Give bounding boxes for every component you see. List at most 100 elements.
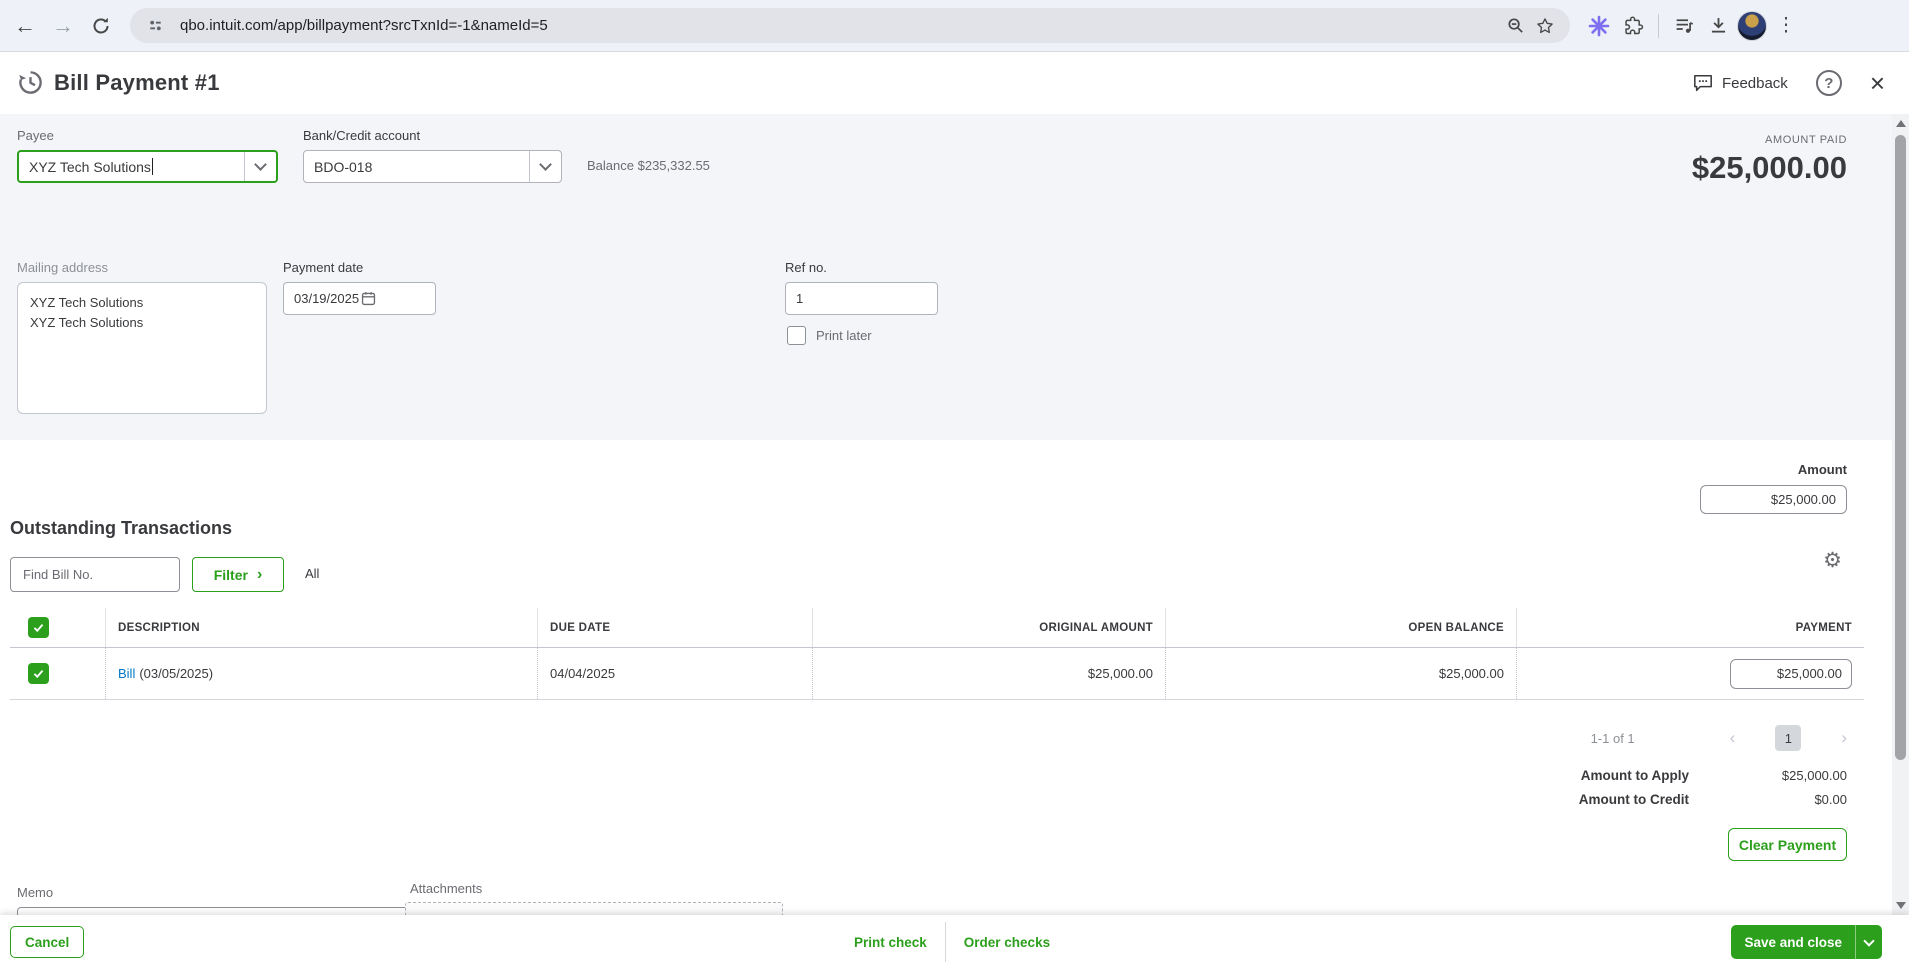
cell-open-balance: $25,000.00 [1165,648,1516,699]
page-scrollbar[interactable] [1892,114,1909,915]
print-later-checkbox[interactable] [787,326,806,345]
help-icon[interactable]: ? [1815,70,1842,96]
bank-account-value: BDO-018 [314,158,373,175]
downloads-icon[interactable] [1703,11,1733,41]
history-clock-icon[interactable] [17,69,44,96]
chevron-down-icon [254,158,267,171]
amount-paid-label: AMOUNT PAID [1765,134,1847,146]
zoom-out-icon[interactable] [1500,11,1530,41]
bill-date: (03/05/2025) [139,666,214,681]
bank-account-combobox[interactable]: BDO-018 [303,150,562,183]
bill-payment-page: ← → qbo.intuit.com/app/billpayment?srcTx… [0,0,1909,969]
payment-amount-field[interactable] [1730,658,1852,689]
extensions-puzzle-icon[interactable] [1618,11,1648,41]
balance-label: Balance [587,158,634,173]
chevron-right-icon: › [256,565,263,583]
page-header: Bill Payment #1 Feedback ? × [0,52,1909,114]
pagination: 1-1 of 1 ‹ 1 › [1591,725,1847,751]
scroll-down-icon[interactable] [1895,902,1906,909]
gear-icon[interactable]: ⚙ [1823,548,1842,573]
page-title: Bill Payment #1 [54,69,220,95]
scrollbar-thumb[interactable] [1895,135,1906,760]
bank-account-label: Bank/Credit account [303,128,421,143]
outstanding-transactions-title: Outstanding Transactions [10,518,233,538]
footer-bar: Cancel Print check Order checks Save and… [0,915,1909,969]
payment-date-label: Payment date [283,260,364,275]
payment-form: Payee XYZ Tech Solutions Bank/Credit acc… [0,114,1892,440]
close-icon[interactable]: × [1870,70,1885,96]
find-bill-input[interactable] [10,557,180,592]
amount-paid-summary: AMOUNT PAID $25,000.00 [1692,134,1847,186]
mailing-address-label: Mailing address [17,260,109,275]
save-and-close-button[interactable]: Save and close [1731,925,1855,959]
browser-toolbar: ← → qbo.intuit.com/app/billpayment?srcTx… [0,0,1909,52]
scroll-up-icon[interactable] [1895,120,1906,127]
chevron-down-icon [1863,934,1875,947]
pagination-range: 1-1 of 1 [1590,730,1635,746]
bank-dropdown-button[interactable] [529,151,561,182]
profile-avatar[interactable] [1737,10,1767,41]
back-icon[interactable]: ← [6,7,44,45]
amount-to-credit-value: $0.00 [1814,792,1847,807]
bill-link[interactable]: Bill [118,666,135,681]
mailing-address-field[interactable]: XYZ Tech Solutions XYZ Tech Solutions [17,282,267,414]
page-next-icon[interactable]: › [1841,728,1847,748]
reload-icon[interactable] [82,7,120,45]
url-text[interactable]: qbo.intuit.com/app/billpayment?srcTxnId=… [180,17,1500,34]
save-options-dropdown[interactable] [1855,925,1882,959]
header-description: DESCRIPTION [105,608,537,647]
table-row: Bill (03/05/2025) 04/04/2025 $25,000.00 … [10,648,1864,700]
amount-paid-value: $25,000.00 [1691,150,1847,185]
header-open-balance: OPEN BALANCE [1165,608,1516,647]
totals: Amount to Apply $25,000.00 Amount to Cre… [1287,768,1847,816]
chrome-menu-icon[interactable]: ⋮ [1771,14,1801,37]
order-checks-button[interactable]: Order checks [946,935,1068,950]
payee-dropdown-button[interactable] [244,152,276,181]
payee-value: XYZ Tech Solutions [29,158,151,175]
payment-date-field[interactable]: 03/19/2025 [283,282,436,315]
feedback-button[interactable]: Feedback [1692,73,1788,93]
payee-combobox[interactable]: XYZ Tech Solutions [17,150,278,183]
filter-button[interactable]: Filter › [192,557,284,592]
forward-icon[interactable]: → [44,7,82,45]
feedback-bubble-icon [1692,73,1714,93]
cancel-button[interactable]: Cancel [10,926,85,958]
bank-balance: Balance $235,332.55 [587,158,710,173]
page-prev-icon[interactable]: ‹ [1730,728,1736,748]
bookmark-star-icon[interactable] [1530,11,1560,41]
calendar-icon[interactable] [360,290,426,307]
playlist-icon[interactable] [1669,11,1699,41]
toolbar-separator [1658,13,1659,38]
filter-all-label: All [305,566,320,581]
clear-payment-button[interactable]: Clear Payment [1728,828,1847,861]
text-caret [151,158,153,175]
attachments-label: Attachments [410,881,483,896]
transactions-table: DESCRIPTION DUE DATE ORIGINAL AMOUNT OPE… [10,608,1864,700]
header-due-date: DUE DATE [537,608,812,647]
amount-to-apply-label: Amount to Apply [1580,768,1689,783]
print-check-button[interactable]: Print check [836,935,945,950]
table-header-row: DESCRIPTION DUE DATE ORIGINAL AMOUNT OPE… [10,608,1864,648]
amount-field[interactable] [1700,485,1847,514]
chevron-down-icon [539,158,552,171]
transactions-section: Amount Outstanding Transactions Filter ›… [0,440,1892,962]
site-settings-icon[interactable] [140,11,170,41]
ref-no-field[interactable] [785,282,938,315]
amount-to-apply-value: $25,000.00 [1781,768,1847,783]
payment-date-value: 03/19/2025 [294,291,360,306]
feedback-label: Feedback [1721,74,1788,92]
url-bar[interactable]: qbo.intuit.com/app/billpayment?srcTxnId=… [130,8,1570,43]
filter-label: Filter [213,566,248,583]
balance-value: $235,332.55 [637,158,710,173]
page-number[interactable]: 1 [1775,725,1802,751]
row-checkbox[interactable] [28,663,49,684]
extensions-area: ⋮ [1584,10,1801,41]
cell-original-amount: $25,000.00 [812,648,1165,699]
header-original-amount: ORIGINAL AMOUNT [812,608,1165,647]
select-all-checkbox[interactable] [28,617,49,638]
print-later-label: Print later [816,328,872,343]
memo-label: Memo [17,885,54,900]
extension-starburst-icon[interactable] [1584,11,1614,41]
amount-label: Amount [1797,462,1847,477]
amount-to-credit-label: Amount to Credit [1578,792,1689,807]
